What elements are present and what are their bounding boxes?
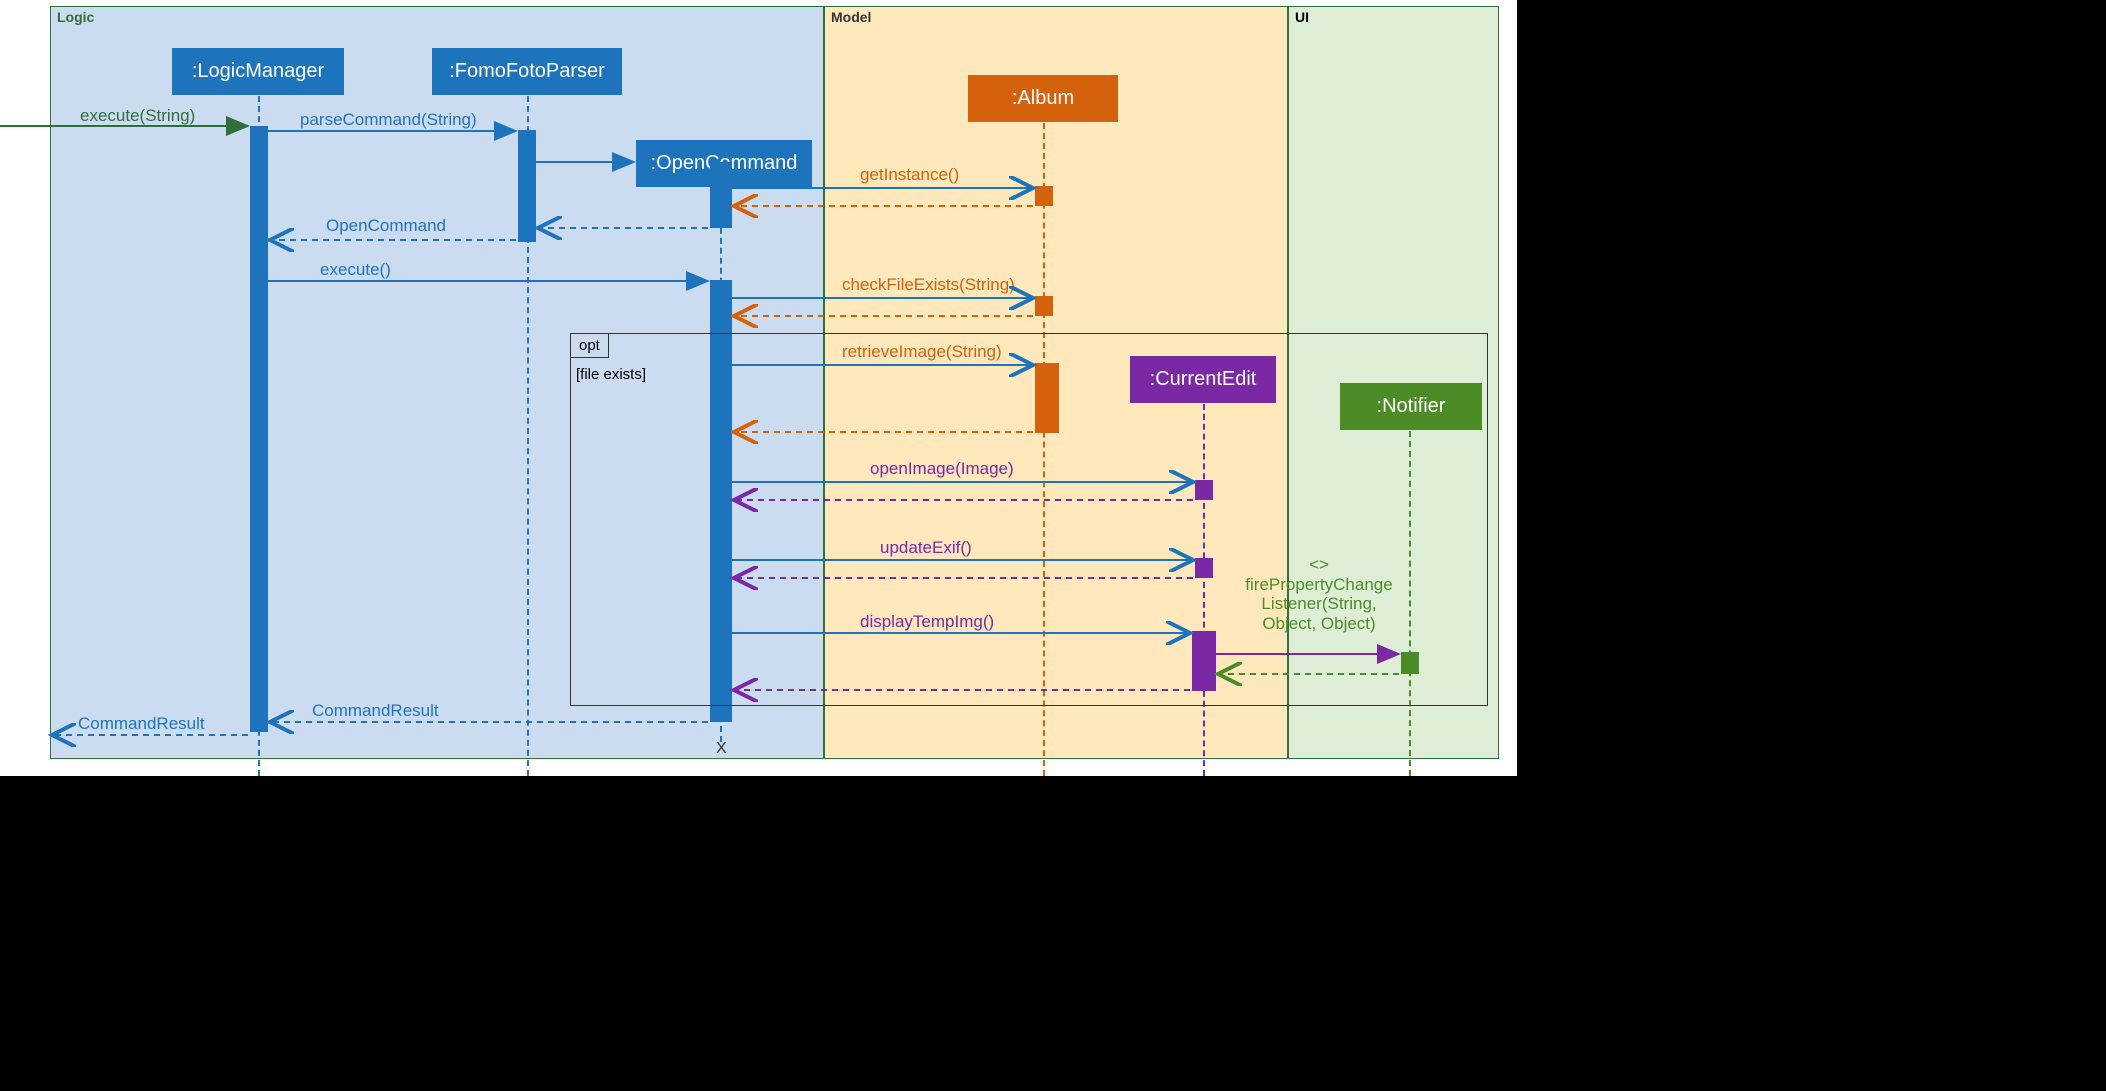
activation-album-1 (1035, 186, 1053, 206)
msg-command-result: CommandResult (312, 701, 439, 721)
msg-retrieve-image: retrieveImage(String) (842, 342, 1002, 362)
msg-command-result-outer: CommandResult (78, 714, 205, 734)
activation-parser (518, 130, 536, 242)
activation-opencommand-1 (710, 162, 732, 228)
msg-execute-string: execute(String) (80, 106, 195, 126)
lifeline-album: :Album (968, 75, 1118, 122)
msg-parse-command: parseCommand(String) (300, 110, 477, 130)
lifeline-fomofoto-parser-label: :FomoFotoParser (449, 60, 605, 82)
region-logic-label: Logic (57, 9, 94, 25)
msg-fire-property: <>firePropertyChangeListener(String,Obje… (1234, 555, 1404, 633)
destroy-x: X (716, 740, 727, 758)
opt-tag: opt (570, 333, 609, 358)
region-model-label: Model (831, 9, 871, 25)
lifeline-logic-manager-label: :LogicManager (192, 60, 324, 82)
opt-guard: [file exists] (576, 366, 646, 383)
lifeline-album-label: :Album (1012, 87, 1074, 109)
msg-update-exif: updateExif() (880, 538, 972, 558)
lifeline-logic-manager: :LogicManager (172, 48, 344, 95)
lifeline-fomofoto-parser: :FomoFotoParser (432, 48, 622, 95)
region-ui-label: UI (1295, 9, 1309, 25)
msg-open-image: openImage(Image) (870, 459, 1014, 479)
msg-execute: execute() (320, 260, 391, 280)
activation-logic-manager (250, 126, 268, 732)
opt-frame (570, 333, 1488, 706)
msg-check-file-exists: checkFileExists(String) (842, 275, 1015, 295)
msg-display-temp-img: displayTempImg() (860, 612, 994, 632)
msg-get-instance: getInstance() (860, 165, 959, 185)
msg-open-command-return: OpenCommand (326, 216, 446, 236)
activation-album-2 (1035, 296, 1053, 316)
